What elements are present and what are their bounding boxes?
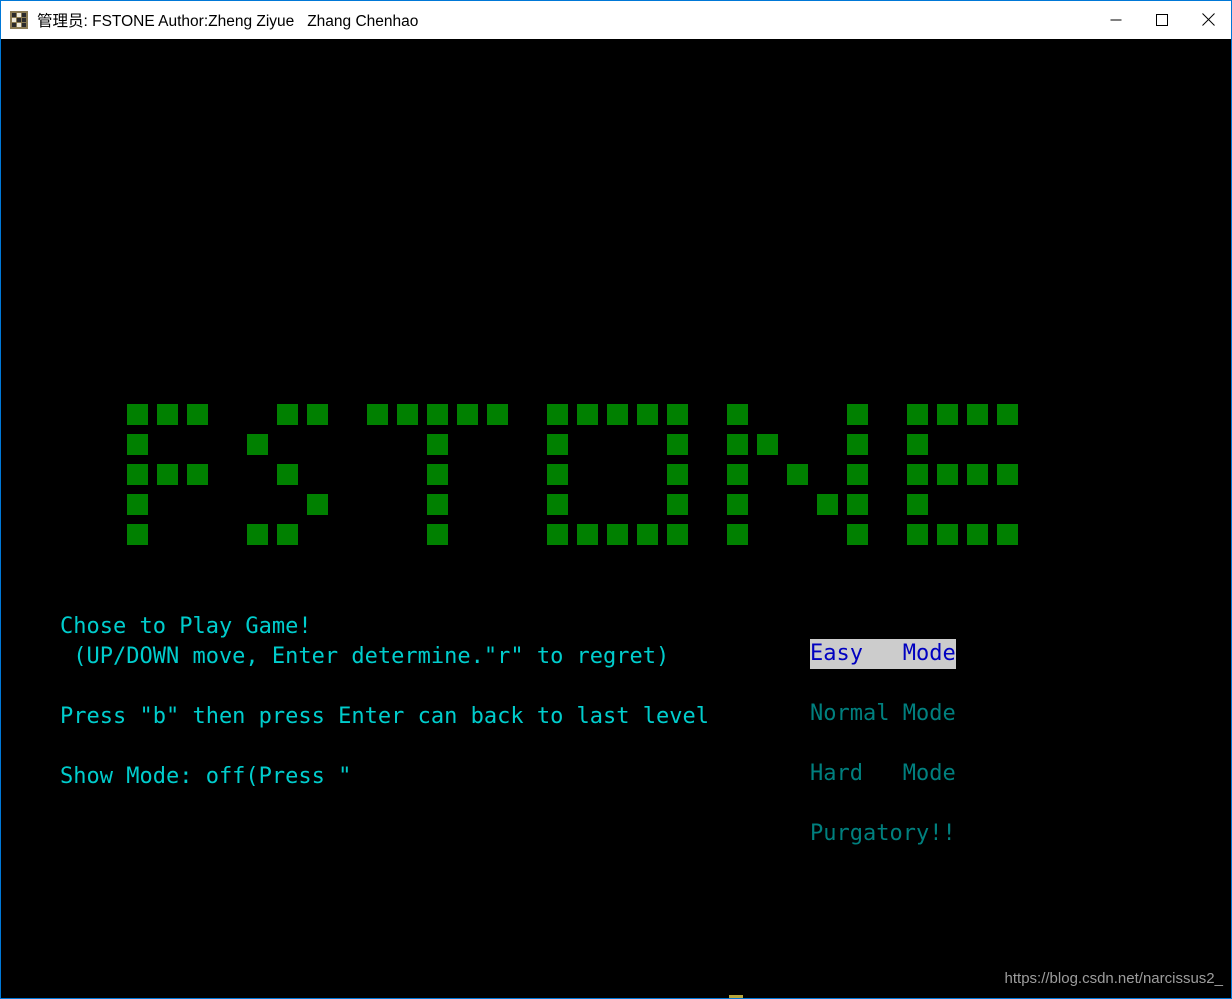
logo-block — [667, 464, 688, 485]
logo-block — [547, 464, 568, 485]
logo-block — [427, 494, 448, 515]
logo-block — [907, 464, 928, 485]
logo-block — [667, 434, 688, 455]
application-window: 管理员: FSTONE Author:Zheng Ziyue Zhang Che… — [0, 0, 1232, 999]
logo-block — [397, 404, 418, 425]
logo-block — [847, 464, 868, 485]
logo-block — [577, 404, 598, 425]
bottom-sliver — [729, 995, 743, 998]
logo-block — [367, 404, 388, 425]
menu-item-purgatory[interactable]: Purgatory!! — [810, 819, 956, 849]
logo-block — [907, 434, 928, 455]
controls-hint-text: (UP/DOWN move, Enter determine."r" to re… — [60, 644, 670, 669]
logo-block — [547, 434, 568, 455]
logo-block — [157, 464, 178, 485]
logo-block — [967, 524, 988, 545]
console-screen[interactable]: Chose to Play Game! (UP/DOWN move, Enter… — [2, 39, 1231, 998]
window-controls — [1093, 1, 1231, 38]
logo-block — [907, 494, 928, 515]
window-title: 管理员: FSTONE Author:Zheng Ziyue Zhang Che… — [37, 13, 419, 30]
logo-block — [787, 464, 808, 485]
logo-block — [427, 524, 448, 545]
logo-block — [847, 404, 868, 425]
logo-block — [667, 494, 688, 515]
logo-block — [457, 404, 478, 425]
logo-block — [127, 434, 148, 455]
minimize-icon — [1110, 19, 1122, 20]
close-icon — [1201, 13, 1215, 26]
logo-block — [187, 464, 208, 485]
logo-block — [127, 464, 148, 485]
title-bar[interactable]: 管理员: FSTONE Author:Zheng Ziyue Zhang Che… — [1, 1, 1231, 39]
logo-block — [247, 434, 268, 455]
menu-item-hard-mode[interactable]: Hard Mode — [810, 759, 956, 789]
logo-block — [937, 464, 958, 485]
logo-block — [427, 464, 448, 485]
logo-block — [667, 404, 688, 425]
close-button[interactable] — [1185, 1, 1231, 38]
menu-item-normal-mode[interactable]: Normal Mode — [810, 699, 956, 729]
logo-block — [487, 404, 508, 425]
logo-block — [727, 524, 748, 545]
menu-item-easy-mode[interactable]: Easy Mode — [810, 639, 956, 669]
logo-block — [937, 404, 958, 425]
logo-block — [997, 404, 1018, 425]
console-icon — [10, 11, 28, 29]
minimize-button[interactable] — [1093, 1, 1139, 38]
logo-block — [967, 404, 988, 425]
logo-block — [817, 494, 838, 515]
watermark-url: https://blog.csdn.net/narcissus2_ — [1004, 970, 1223, 987]
logo-block — [637, 404, 658, 425]
logo-block — [547, 524, 568, 545]
logo-block — [937, 524, 958, 545]
logo-block — [187, 404, 208, 425]
logo-block — [427, 404, 448, 425]
logo-block — [307, 404, 328, 425]
maximize-icon — [1156, 13, 1168, 26]
logo-block — [607, 404, 628, 425]
maximize-button[interactable] — [1139, 1, 1185, 38]
logo-block — [427, 434, 448, 455]
logo-block — [907, 524, 928, 545]
logo-block — [967, 464, 988, 485]
chose-to-play-text: Chose to Play Game! — [60, 614, 312, 639]
logo-block — [847, 524, 868, 545]
logo-block — [997, 464, 1018, 485]
logo-block — [307, 494, 328, 515]
show-mode-text: Show Mode: off(Press " — [60, 764, 352, 789]
logo-block — [997, 524, 1018, 545]
logo-block — [727, 404, 748, 425]
logo-block — [277, 464, 298, 485]
logo-block — [577, 524, 598, 545]
logo-block — [727, 434, 748, 455]
logo-block — [127, 524, 148, 545]
logo-block — [277, 404, 298, 425]
logo-block — [157, 404, 178, 425]
logo-block — [277, 524, 298, 545]
logo-block — [727, 494, 748, 515]
back-level-hint-text: Press "b" then press Enter can back to l… — [60, 704, 710, 729]
logo-block — [547, 404, 568, 425]
logo-block — [847, 434, 868, 455]
fstone-logo — [127, 404, 1057, 559]
logo-block — [127, 494, 148, 515]
logo-block — [727, 464, 748, 485]
logo-block — [847, 494, 868, 515]
logo-block — [637, 524, 658, 545]
logo-block — [607, 524, 628, 545]
logo-block — [247, 524, 268, 545]
logo-block — [547, 494, 568, 515]
logo-block — [127, 404, 148, 425]
logo-block — [667, 524, 688, 545]
logo-block — [907, 404, 928, 425]
logo-block — [757, 434, 778, 455]
